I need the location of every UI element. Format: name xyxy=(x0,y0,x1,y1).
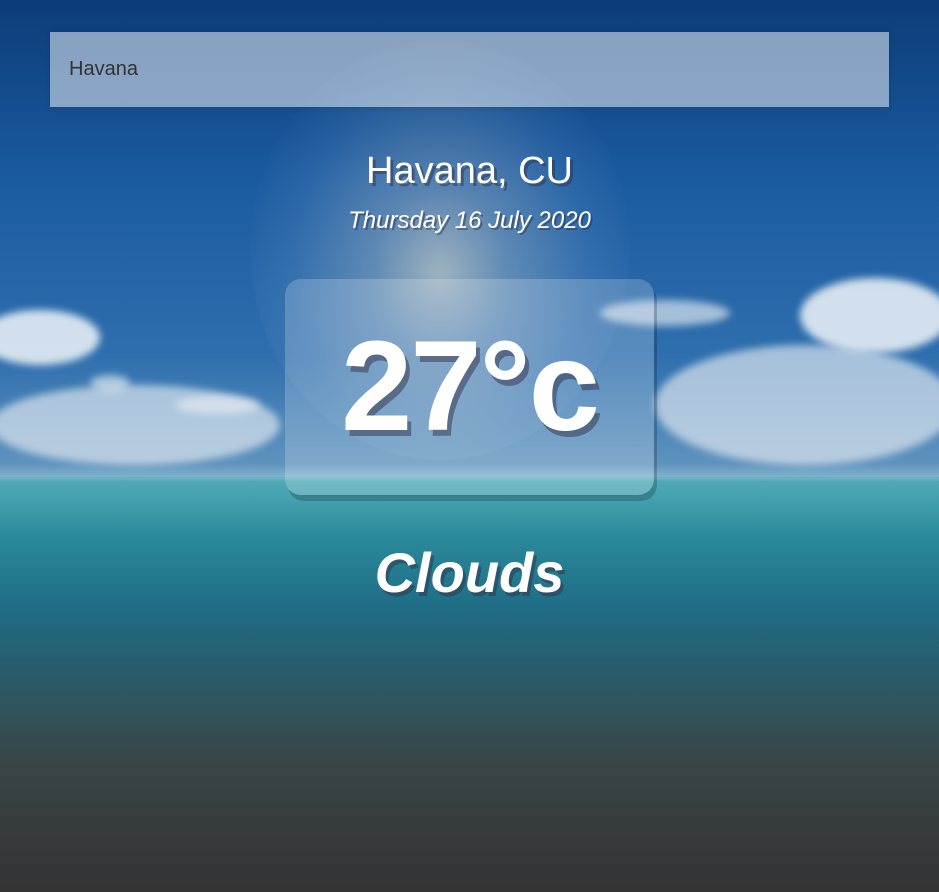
cloud-right-top xyxy=(800,278,939,353)
sand-shade xyxy=(0,700,939,892)
location-title: Havana, CU xyxy=(366,150,573,192)
search-input[interactable] xyxy=(50,32,889,107)
weather-condition: Clouds xyxy=(374,541,565,604)
cloud-right-mid xyxy=(655,345,939,465)
cloud-small-2 xyxy=(175,396,260,414)
cloud-left xyxy=(0,310,100,365)
temperature-value: 27°c xyxy=(341,315,600,458)
cloud-small-1 xyxy=(90,375,130,391)
temperature-card: 27°c xyxy=(285,279,654,495)
date-label: Thursday 16 July 2020 xyxy=(348,207,591,234)
